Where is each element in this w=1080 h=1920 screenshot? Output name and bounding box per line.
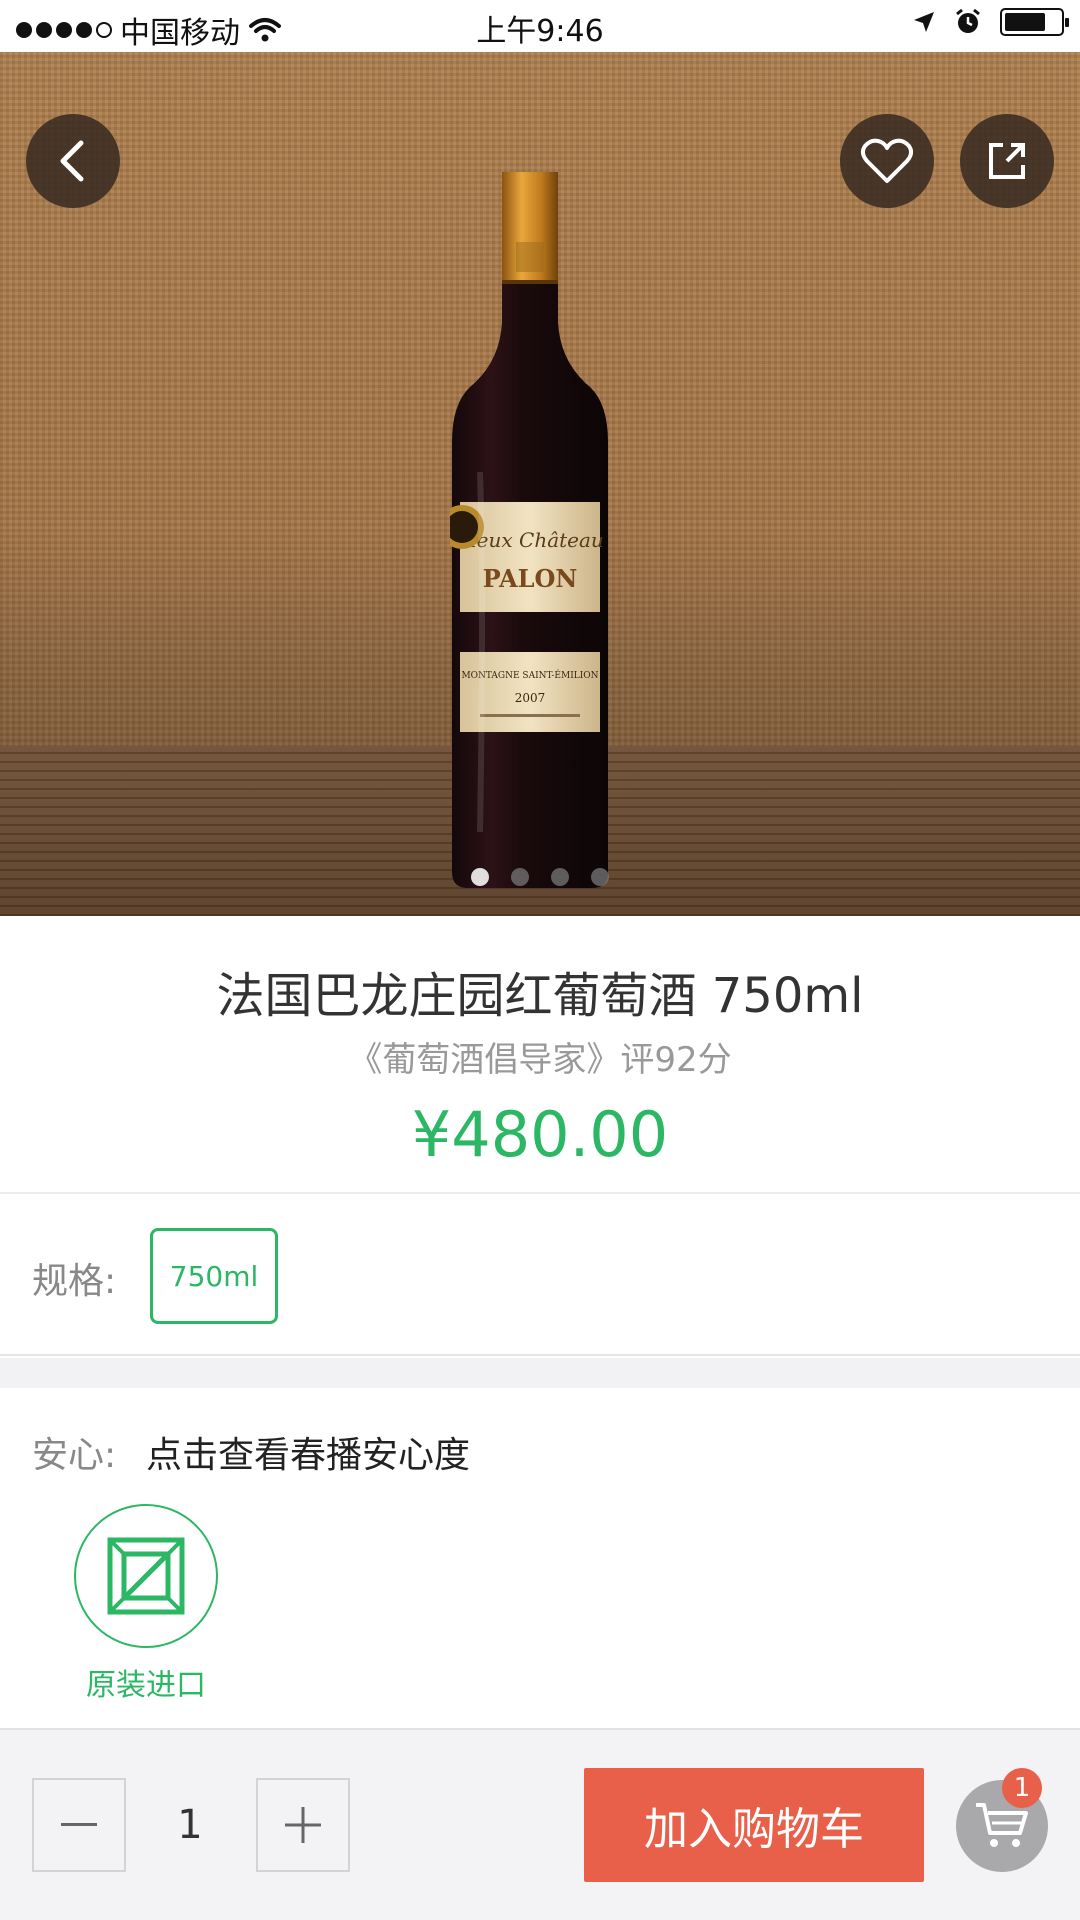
- svg-text:2007: 2007: [515, 691, 546, 705]
- product-rating: 《葡萄酒倡导家》评92分: [348, 1040, 732, 1080]
- status-right: [912, 8, 1069, 36]
- assurance-label: 安心:: [32, 1435, 117, 1476]
- original-import-icon: [107, 1537, 185, 1615]
- share-button[interactable]: [960, 114, 1054, 208]
- share-icon: [989, 143, 1025, 179]
- minus-icon: [61, 1823, 97, 1826]
- back-button[interactable]: [26, 114, 120, 208]
- increase-quantity-button[interactable]: [256, 1778, 350, 1872]
- chevron-left-icon: [60, 140, 84, 182]
- spec-option-750ml[interactable]: 750ml: [150, 1228, 278, 1324]
- import-badge[interactable]: [74, 1504, 218, 1648]
- pager-dot[interactable]: [591, 868, 609, 886]
- pager-dot[interactable]: [551, 868, 569, 886]
- wine-bottle-image: Vieux Château PALON MONTAGNE SAINT-ÉMILI…: [450, 172, 608, 888]
- bottom-action-bar: 1 加入购物车 1: [0, 1728, 1080, 1920]
- spec-section: 规格: 750ml: [0, 1196, 1080, 1356]
- product-price: ¥480.00: [411, 1098, 669, 1171]
- favorite-button[interactable]: [840, 114, 934, 208]
- assurance-section: 安心: 点击查看春播安心度 原装进口: [0, 1388, 1080, 1728]
- heart-icon: [860, 138, 914, 183]
- add-to-cart-button[interactable]: 加入购物车: [584, 1768, 924, 1882]
- battery-icon: [1000, 8, 1069, 36]
- shopping-cart-icon: [976, 1803, 1028, 1847]
- section-divider: [0, 1358, 1080, 1388]
- pager-dot[interactable]: [511, 868, 529, 886]
- spec-label: 规格:: [32, 1261, 117, 1302]
- product-info: 法国巴龙庄园红葡萄酒 750ml 《葡萄酒倡导家》评92分 ¥480.00: [0, 916, 1080, 1194]
- product-title: 法国巴龙庄园红葡萄酒 750ml: [216, 968, 864, 1024]
- assurance-link[interactable]: 点击查看春播安心度: [146, 1426, 470, 1478]
- decrease-quantity-button[interactable]: [32, 1778, 126, 1872]
- plus-icon: [285, 1807, 321, 1843]
- quantity-value[interactable]: 1: [130, 1778, 250, 1872]
- status-bar: 中国移动 上午9:46: [0, 0, 1080, 52]
- location-arrow-icon: [914, 12, 934, 32]
- svg-text:PALON: PALON: [483, 564, 578, 593]
- pager-dot[interactable]: [471, 868, 489, 886]
- import-badge-label: 原装进口: [86, 1668, 206, 1703]
- carousel-pager[interactable]: [0, 868, 1080, 886]
- cart-count-badge: 1: [1002, 1768, 1042, 1808]
- product-image-carousel[interactable]: Vieux Château PALON MONTAGNE SAINT-ÉMILI…: [0, 52, 1080, 916]
- alarm-clock-icon: [956, 8, 980, 33]
